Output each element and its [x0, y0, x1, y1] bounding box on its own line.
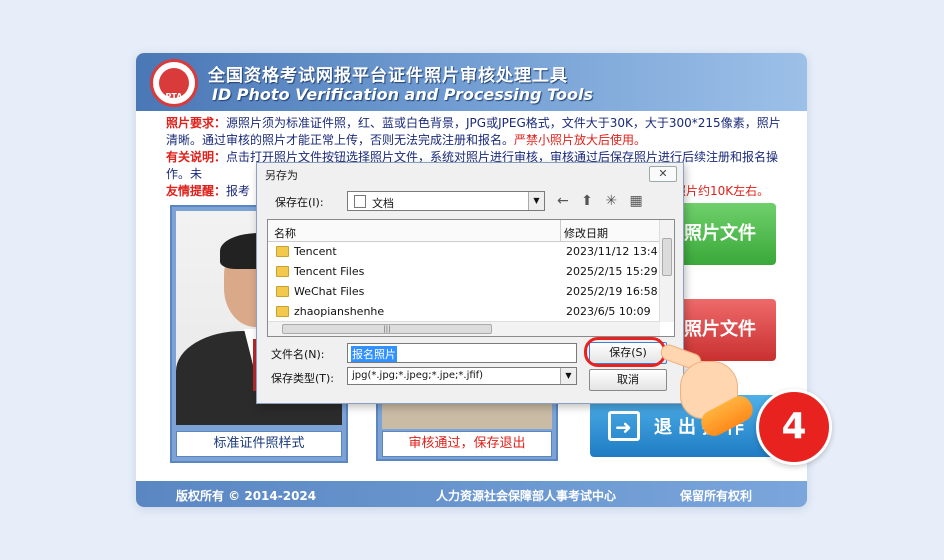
file-type-label: 保存类型(T):	[271, 372, 335, 385]
file-name-input[interactable]: 报名照片	[347, 343, 577, 363]
result-photo-frame: 审核通过，保存退出	[376, 399, 558, 461]
chevron-down-icon: ▼	[560, 368, 576, 384]
sample-photo-label: 标准证件照样式	[176, 431, 342, 457]
save-in-label: 保存在(I):	[275, 196, 324, 209]
dialog-toolbar-icons[interactable]: ← ⬆ ✳ ▦	[557, 193, 647, 209]
list-item[interactable]: WeChat Files 2025/2/19 16:58	[268, 282, 660, 302]
list-item[interactable]: Tencent 2023/11/12 13:4	[268, 242, 660, 262]
document-icon	[354, 195, 366, 208]
file-type-select[interactable]: jpg(*.jpg;*.jpeg;*.jpe;*.jfif) ▼	[347, 367, 577, 385]
pointing-hand-icon	[658, 342, 760, 441]
scroll-thumb[interactable]: |||	[282, 324, 492, 334]
column-name[interactable]: 名称	[274, 225, 296, 241]
list-item[interactable]: zhaopianshenhe 2023/6/5 10:09	[268, 302, 660, 322]
save-as-dialog: 另存为 ✕ 保存在(I): 文档 ▼ ← ⬆ ✳ ▦ 名称 修改日期 Tence…	[256, 162, 684, 404]
file-list[interactable]: 名称 修改日期 Tencent 2023/11/12 13:4 Tencent …	[267, 219, 675, 337]
step-number-badge: 4	[756, 389, 832, 465]
app-footer: 版权所有 © 2014-2024 人力资源社会保障部人事考试中心 保留所有权利	[136, 481, 807, 507]
pta-logo: PTA	[150, 59, 198, 107]
dialog-title: 另存为	[265, 169, 298, 182]
notice-line-requirements: 照片要求：源照片须为标准证件照，红、蓝或白色背景，JPG或JPEG格式，文件大于…	[166, 116, 781, 147]
column-modified-date[interactable]: 修改日期	[564, 225, 608, 241]
save-in-value: 文档	[372, 197, 394, 210]
footer-copyright: 版权所有 © 2014-2024	[176, 489, 317, 503]
chevron-down-icon: ▼	[528, 192, 544, 210]
footer-organization: 人力资源社会保障部人事考试中心	[436, 489, 617, 503]
footer-rights: 保留所有权利	[680, 489, 753, 503]
save-button-highlight	[584, 337, 666, 367]
app-title-en: ID Photo Verification and Processing Too…	[212, 85, 593, 104]
folder-icon	[276, 306, 289, 317]
file-name-value: 报名照片	[351, 346, 397, 362]
exit-icon: ➜	[608, 411, 640, 441]
folder-icon	[276, 266, 289, 277]
scroll-thumb[interactable]	[662, 238, 672, 276]
file-list-header: 名称 修改日期	[268, 220, 660, 242]
list-item[interactable]: Tencent Files 2025/2/15 15:29	[268, 262, 660, 282]
dialog-cancel-button[interactable]: 取消	[589, 369, 667, 391]
dialog-close-button[interactable]: ✕	[649, 166, 677, 182]
save-in-select[interactable]: 文档 ▼	[347, 191, 545, 211]
logo-text: PTA	[165, 92, 183, 101]
app-header: PTA 全国资格考试网报平台证件照片审核处理工具 ID Photo Verifi…	[136, 53, 807, 111]
file-type-value: jpg(*.jpg;*.jpeg;*.jpe;*.jfif)	[352, 370, 484, 381]
result-photo	[382, 401, 552, 429]
horizontal-scrollbar[interactable]: |||	[268, 321, 660, 336]
file-name-label: 文件名(N):	[271, 348, 325, 361]
app-title-cn: 全国资格考试网报平台证件照片审核处理工具	[208, 66, 568, 86]
result-status-label: 审核通过，保存退出	[382, 431, 552, 457]
open-photo-button[interactable]: 照片文件	[676, 203, 776, 265]
folder-icon	[276, 246, 289, 257]
folder-icon	[276, 286, 289, 297]
vertical-scrollbar[interactable]	[659, 220, 674, 322]
